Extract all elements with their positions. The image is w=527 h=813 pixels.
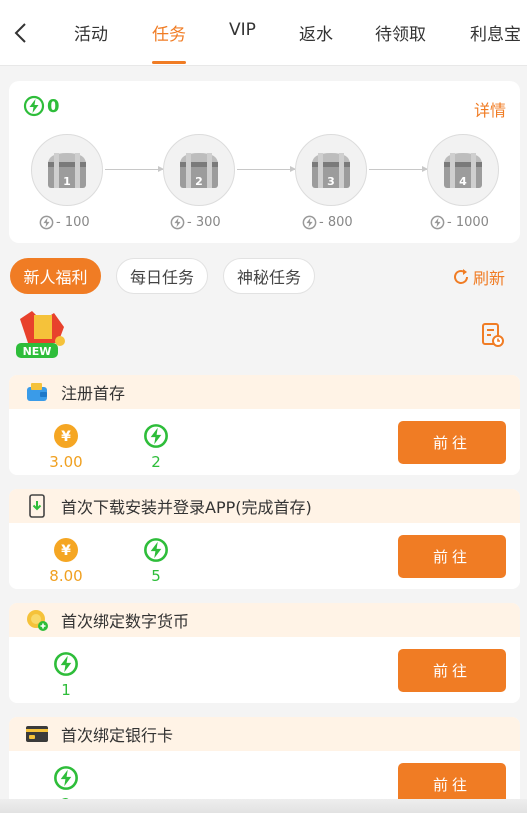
chest-connector <box>369 166 428 172</box>
chest-number: 4 <box>459 175 467 188</box>
bottom-overlay <box>0 799 527 813</box>
refresh-button[interactable]: 刷新 <box>451 265 505 289</box>
energy-icon <box>170 215 185 230</box>
energy-progress-card: 0 详情 1 2 3 4 - 100 - 300 - 800 - 1000 <box>9 81 520 243</box>
go-button[interactable]: 前往 <box>398 649 506 692</box>
treasure-chest-4[interactable]: 4 <box>427 134 499 206</box>
svg-text:¥: ¥ <box>61 543 71 559</box>
filter-newcomer[interactable]: 新人福利 <box>10 258 101 294</box>
task-record-button[interactable] <box>481 322 505 352</box>
details-link[interactable]: 详情 <box>474 97 506 121</box>
go-button[interactable]: 前往 <box>398 535 506 578</box>
gift-icon: NEW <box>16 311 65 358</box>
chest-number: 2 <box>195 175 203 188</box>
treasure-chest-3[interactable]: 3 <box>295 134 367 206</box>
new-gift-badge: NEW <box>14 309 72 361</box>
refresh-label: 刷新 <box>472 269 505 288</box>
crypto-coin-icon <box>25 608 49 632</box>
energy-icon <box>430 215 445 230</box>
energy-icon <box>302 215 317 230</box>
task-card-download-app: 首次下载安装并登录APP(完成首存) ¥ 8.00 5 前往 <box>9 489 520 589</box>
energy-amount: 2 <box>151 453 161 471</box>
tabs: 活动 任务 VIP 返水 待领取 利息宝 <box>56 0 527 66</box>
document-clock-icon <box>482 323 504 347</box>
filter-daily[interactable]: 每日任务 <box>116 258 208 294</box>
task-title: 首次绑定银行卡 <box>61 726 174 745</box>
energy-reward: 1 <box>36 651 96 699</box>
treasure-chest-2[interactable]: 2 <box>163 134 235 206</box>
bank-card-icon <box>25 722 49 746</box>
tab-interest[interactable]: 利息宝 <box>470 20 521 45</box>
energy-icon <box>54 766 78 790</box>
tab-rebate[interactable]: 返水 <box>299 20 333 45</box>
task-header: 注册首存 <box>9 375 520 409</box>
chest-connector <box>105 166 164 172</box>
tab-activity[interactable]: 活动 <box>74 20 108 45</box>
refresh-icon <box>454 269 468 284</box>
money-reward: ¥ 8.00 <box>36 537 96 585</box>
energy-icon <box>23 95 45 117</box>
energy-reward: 2 <box>126 423 186 471</box>
energy-icon <box>39 215 54 230</box>
tab-vip[interactable]: VIP <box>229 20 256 40</box>
new-badge-text: NEW <box>23 345 52 358</box>
energy-amount: 5 <box>151 567 161 585</box>
yen-coin-icon: ¥ <box>54 538 78 562</box>
filter-mystery[interactable]: 神秘任务 <box>223 258 315 294</box>
chest-number: 1 <box>63 175 71 188</box>
chevron-left-icon <box>14 23 26 43</box>
top-tab-bar: 活动 任务 VIP 返水 待领取 利息宝 <box>0 0 527 66</box>
task-header: 首次绑定银行卡 <box>9 717 520 751</box>
tab-tasks[interactable]: 任务 <box>152 20 186 45</box>
task-title: 首次绑定数字货币 <box>61 612 190 631</box>
energy-icon <box>144 424 168 448</box>
task-title: 首次下载安装并登录APP(完成首存) <box>61 498 312 517</box>
energy-count: 0 <box>47 95 60 117</box>
chest-cost: - 100 <box>39 215 90 230</box>
treasure-chest-1[interactable]: 1 <box>31 134 103 206</box>
back-button[interactable] <box>8 18 32 48</box>
money-amount: 3.00 <box>49 453 83 471</box>
chest-cost: - 800 <box>302 215 353 230</box>
task-header: 首次绑定数字货币 <box>9 603 520 637</box>
energy-reward: 5 <box>126 537 186 585</box>
energy-icon <box>144 538 168 562</box>
go-button[interactable]: 前往 <box>398 421 506 464</box>
wallet-icon <box>25 380 49 404</box>
task-card-register-deposit: 注册首存 ¥ 3.00 2 前往 <box>9 375 520 475</box>
active-tab-indicator <box>152 61 186 64</box>
task-card-bind-crypto: 首次绑定数字货币 1 前往 <box>9 603 520 703</box>
yen-coin-icon: ¥ <box>54 424 78 448</box>
task-header: 首次下载安装并登录APP(完成首存) <box>9 489 520 523</box>
energy-amount: 1 <box>61 681 71 699</box>
chest-connector <box>237 166 296 172</box>
energy-balance: 0 <box>23 95 60 117</box>
chest-cost: - 1000 <box>430 215 489 230</box>
money-amount: 8.00 <box>49 567 83 585</box>
energy-icon <box>54 652 78 676</box>
svg-text:¥: ¥ <box>61 429 71 445</box>
phone-download-icon <box>25 494 49 518</box>
tab-pending[interactable]: 待领取 <box>375 20 426 45</box>
task-title: 注册首存 <box>61 384 126 403</box>
money-reward: ¥ 3.00 <box>36 423 96 471</box>
chest-number: 3 <box>327 175 335 188</box>
chest-cost: - 300 <box>170 215 221 230</box>
